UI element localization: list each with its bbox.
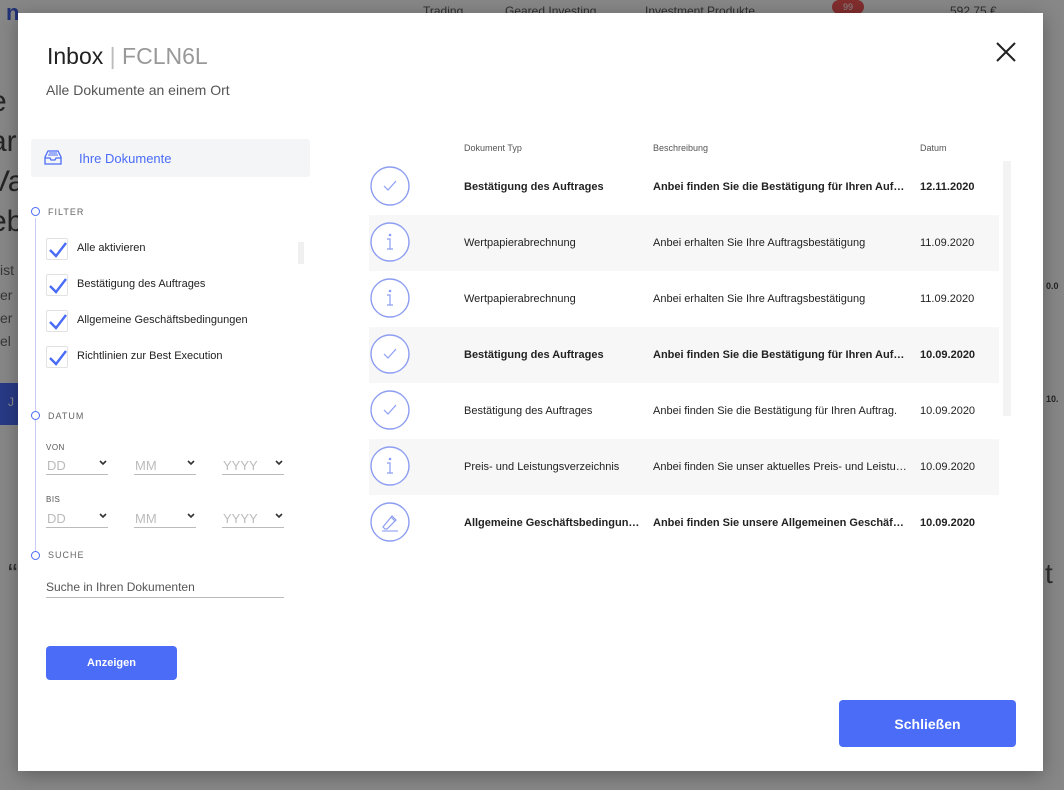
inbox-modal: Inbox | FCLN6L Alle Dokumente an einem O… xyxy=(18,13,1043,771)
timeline-dot xyxy=(31,551,40,560)
document-date: 11.09.2020 xyxy=(920,237,975,249)
checkbox[interactable] xyxy=(46,346,68,368)
chevron-down-icon xyxy=(275,460,283,466)
document-date: 10.09.2020 xyxy=(920,349,976,361)
select-placeholder: YYYY xyxy=(223,458,258,473)
tab-my-documents[interactable]: Ihre Dokumente xyxy=(31,139,310,177)
info-circle-icon xyxy=(370,446,410,486)
chevron-down-icon xyxy=(99,513,107,519)
chevron-down-icon xyxy=(187,460,195,466)
column-header-type[interactable]: Dokument Typ xyxy=(464,143,522,153)
timeline-dot xyxy=(31,207,40,216)
checkbox-label: Richtlinien zur Best Execution xyxy=(77,350,223,362)
modal-title: Inbox | FCLN6L xyxy=(47,43,208,70)
close-icon[interactable] xyxy=(993,39,1019,65)
document-date: 10.09.2020 xyxy=(920,461,976,473)
from-day-select[interactable]: DD xyxy=(46,455,108,475)
from-year-select[interactable]: YYYY xyxy=(222,455,284,475)
search-input[interactable] xyxy=(46,576,284,598)
document-type: Preis- und Leistungsverzeichnis xyxy=(464,461,620,473)
select-placeholder: DD xyxy=(47,458,66,473)
from-month-select[interactable]: MM xyxy=(134,455,196,475)
to-year-select[interactable]: YYYY xyxy=(222,508,284,528)
account-code: FCLN6L xyxy=(122,43,208,69)
document-row[interactable]: Allgemeine Geschäftsbedingungen Anbei fin… xyxy=(369,495,999,551)
document-date: 12.11.2020 xyxy=(920,181,975,193)
date-to-label: BIS xyxy=(46,495,61,504)
checkbox-label: Bestätigung des Auftrages xyxy=(77,278,206,290)
checkbox[interactable] xyxy=(46,274,68,296)
document-row[interactable]: Bestätigung des Auftrages Anbei finden Si… xyxy=(369,383,999,439)
document-description: Anbei erhalten Sie Ihre Auftragsbestätig… xyxy=(653,293,866,305)
chevron-down-icon xyxy=(99,460,107,466)
select-placeholder: DD xyxy=(47,511,66,526)
date-section-label: DATUM xyxy=(48,411,85,421)
title-separator: | xyxy=(109,43,116,69)
timeline-dot xyxy=(31,411,40,420)
document-type: Wertpapierabrechnung xyxy=(464,237,576,249)
column-header-description[interactable]: Beschreibung xyxy=(653,143,708,153)
document-description: Anbei finden Sie unser aktuelles Preis- … xyxy=(653,461,907,473)
document-type: Bestätigung des Auftrages xyxy=(464,349,604,361)
chevron-down-icon xyxy=(275,513,283,519)
document-date: 10.09.2020 xyxy=(920,517,976,529)
check-circle-icon xyxy=(370,166,410,206)
document-type: Allgemeine Geschäftsbedingungen xyxy=(464,517,644,529)
date-from-label: VON xyxy=(46,443,65,452)
show-button[interactable]: Anzeigen xyxy=(46,646,177,680)
check-circle-icon xyxy=(370,334,410,374)
filter-scrollbar[interactable] xyxy=(298,242,304,264)
document-row[interactable]: Preis- und Leistungsverzeichnis Anbei fin… xyxy=(369,439,999,495)
document-row[interactable]: Bestätigung des Auftrages Anbei finden Si… xyxy=(369,327,999,383)
check-circle-icon xyxy=(370,390,410,430)
select-placeholder: MM xyxy=(135,511,157,526)
document-description: Anbei erhalten Sie Ihre Auftragsbestätig… xyxy=(653,237,866,249)
chevron-down-icon xyxy=(187,513,195,519)
inbox-tray-icon xyxy=(43,150,63,166)
to-day-select[interactable]: DD xyxy=(46,508,108,528)
document-type: Wertpapierabrechnung xyxy=(464,293,576,305)
tab-label: Ihre Dokumente xyxy=(79,151,172,166)
document-date: 10.09.2020 xyxy=(920,405,976,417)
document-description: Anbei finden Sie unsere Allgemeinen Gesc… xyxy=(653,517,907,529)
to-month-select[interactable]: MM xyxy=(134,508,196,528)
signature-pen-icon xyxy=(370,502,410,542)
info-circle-icon xyxy=(370,278,410,318)
checkbox-label: Allgemeine Geschäftsbedingungen xyxy=(77,314,248,326)
filter-section-label: FILTER xyxy=(48,207,85,217)
document-type: Bestätigung des Auftrages xyxy=(464,181,604,193)
checkbox[interactable] xyxy=(46,238,68,260)
column-header-date[interactable]: Datum xyxy=(920,143,947,153)
document-row[interactable]: Wertpapierabrechnung Anbei erhalten Sie I… xyxy=(369,215,999,271)
document-row[interactable]: Wertpapierabrechnung Anbei erhalten Sie I… xyxy=(369,271,999,327)
document-type: Bestätigung des Auftrages xyxy=(464,405,593,417)
table-scrollbar[interactable] xyxy=(1003,161,1011,416)
title-text: Inbox xyxy=(47,43,104,69)
info-circle-icon xyxy=(370,222,410,262)
document-description: Anbei finden Sie die Bestätigung für Ihr… xyxy=(653,181,907,193)
modal-subtitle: Alle Dokumente an einem Ort xyxy=(46,82,230,98)
document-date: 11.09.2020 xyxy=(920,293,975,305)
select-placeholder: MM xyxy=(135,458,157,473)
checkbox-label: Alle aktivieren xyxy=(77,242,146,254)
document-description: Anbei finden Sie die Bestätigung für Ihr… xyxy=(653,405,897,417)
select-placeholder: YYYY xyxy=(223,511,258,526)
checkbox[interactable] xyxy=(46,310,68,332)
document-row[interactable]: Bestätigung des Auftrages Anbei finden Si… xyxy=(369,159,999,215)
close-button[interactable]: Schließen xyxy=(839,700,1016,747)
timeline-line xyxy=(35,218,36,558)
document-description: Anbei finden Sie die Bestätigung für Ihr… xyxy=(653,349,907,361)
search-section-label: SUCHE xyxy=(48,550,85,560)
